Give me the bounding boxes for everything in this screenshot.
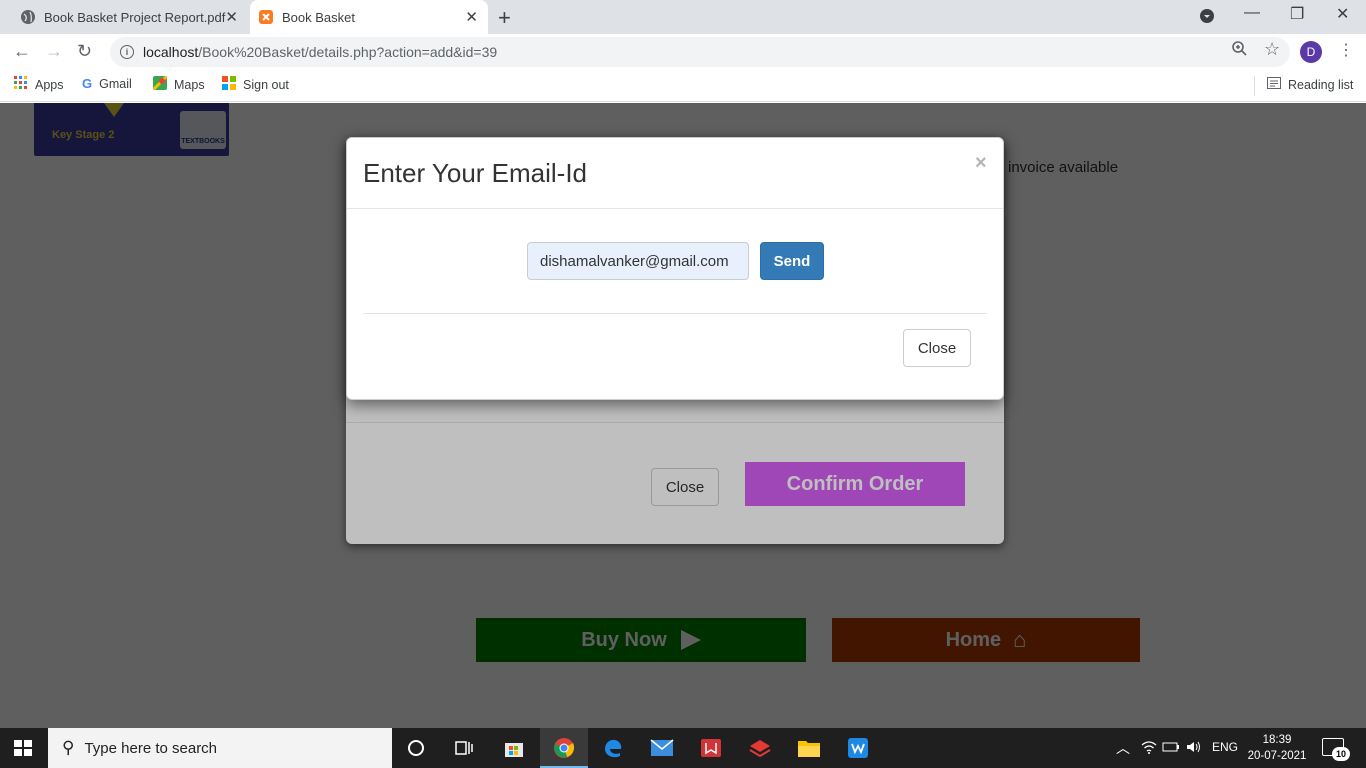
wifi-icon[interactable] — [1141, 740, 1157, 757]
close-icon[interactable]: × — [975, 152, 987, 175]
tab-title: Book Basket — [282, 9, 355, 25]
edge-icon[interactable] — [601, 736, 625, 760]
reading-list-label: Reading list — [1288, 77, 1354, 92]
microsoft-icon — [222, 76, 236, 93]
restore-icon[interactable]: ❐ — [1290, 4, 1304, 24]
search-icon: ⚲ — [62, 738, 75, 757]
tab-strip: Book Basket Project Report.pdf ✕ Book Ba… — [0, 0, 1366, 34]
bookmarks-bar: Apps G Gmail Maps Sign out Reading list — [0, 70, 1366, 102]
maps-icon — [151, 74, 169, 93]
xampp-icon — [258, 9, 274, 25]
notification-count: 10 — [1332, 747, 1350, 761]
url-text: localhost/Book%20Basket/details.php?acti… — [143, 44, 498, 60]
volume-icon[interactable] — [1186, 740, 1202, 757]
taskbar-search[interactable]: ⚲ Type here to search — [48, 728, 392, 768]
divider — [1254, 76, 1255, 96]
new-tab-button[interactable]: + — [498, 5, 511, 31]
bookmark-label: Apps — [35, 77, 64, 92]
bookmark-label: Maps — [174, 77, 205, 92]
send-button[interactable]: Send — [760, 242, 824, 280]
tab-book-basket[interactable]: Book Basket ✕ — [250, 0, 488, 34]
task-view-icon[interactable] — [452, 736, 476, 760]
google-icon: G — [82, 76, 93, 91]
reader-icon[interactable] — [699, 736, 723, 760]
battery-icon[interactable] — [1162, 740, 1180, 757]
modal-title: Enter Your Email-Id — [363, 158, 588, 188]
tab-title: Book Basket Project Report.pdf — [44, 9, 226, 25]
email-close-button[interactable]: Close — [903, 329, 971, 367]
back-icon[interactable]: ← — [13, 41, 31, 62]
close-icon[interactable]: ✕ — [465, 8, 478, 26]
tab-search-icon[interactable] — [1199, 8, 1215, 29]
bookmark-maps[interactable]: Maps — [151, 74, 205, 93]
window-close-icon[interactable]: ✕ — [1336, 4, 1349, 24]
menu-icon[interactable]: ⋮ — [1338, 40, 1354, 60]
browser-toolbar: ← → ↻ i localhost/Book%20Basket/details.… — [0, 34, 1366, 70]
search-placeholder: Type here to search — [84, 739, 218, 757]
email-field[interactable] — [527, 242, 749, 280]
bookmark-apps[interactable]: Apps — [14, 76, 64, 93]
store-icon[interactable] — [502, 736, 526, 760]
divider — [347, 208, 1003, 209]
clock-time: 18:39 — [1262, 734, 1292, 746]
email-modal: Enter Your Email-Id × Send Close — [346, 137, 1004, 400]
chevron-up-icon[interactable]: ︿ — [1116, 738, 1130, 758]
reload-icon[interactable]: ↻ — [77, 41, 92, 62]
clock[interactable]: 18:39 20-07-2021 — [1246, 732, 1308, 764]
bookmark-star-icon[interactable]: ☆ — [1264, 39, 1280, 60]
wps-office-icon[interactable] — [846, 736, 870, 760]
bookmark-label: Gmail — [99, 76, 132, 91]
info-icon[interactable]: i — [120, 45, 134, 59]
chrome-icon[interactable] — [552, 736, 576, 760]
file-explorer-icon[interactable] — [797, 736, 821, 760]
forward-icon[interactable]: → — [45, 41, 63, 62]
bookmark-sign-out[interactable]: Sign out — [222, 76, 289, 93]
close-icon[interactable]: ✕ — [225, 8, 238, 26]
minimize-icon[interactable]: ― — [1244, 4, 1260, 22]
apps-grid-icon — [14, 76, 28, 93]
taskbar: ⚲ Type here to search ︿ ENG 18:39 20-07-… — [0, 728, 1366, 768]
avatar[interactable]: D — [1300, 41, 1322, 63]
clock-date: 20-07-2021 — [1247, 750, 1307, 762]
reading-list-button[interactable]: Reading list — [1267, 76, 1353, 93]
divider — [363, 313, 987, 314]
mail-icon[interactable] — [650, 736, 674, 760]
cortana-icon[interactable] — [404, 736, 428, 760]
windows-start-icon[interactable] — [14, 740, 32, 756]
address-bar[interactable]: i localhost/Book%20Basket/details.php?ac… — [110, 37, 1290, 67]
zoom-icon[interactable] — [1231, 40, 1247, 61]
globe-icon — [20, 9, 36, 25]
language-indicator[interactable]: ENG — [1212, 740, 1238, 754]
reading-list-icon — [1267, 76, 1281, 93]
tab-project-report[interactable]: Book Basket Project Report.pdf ✕ — [12, 0, 248, 34]
bookmark-gmail[interactable]: G Gmail — [82, 76, 132, 91]
bookmark-label: Sign out — [243, 77, 289, 92]
app-red-icon[interactable] — [748, 736, 772, 760]
